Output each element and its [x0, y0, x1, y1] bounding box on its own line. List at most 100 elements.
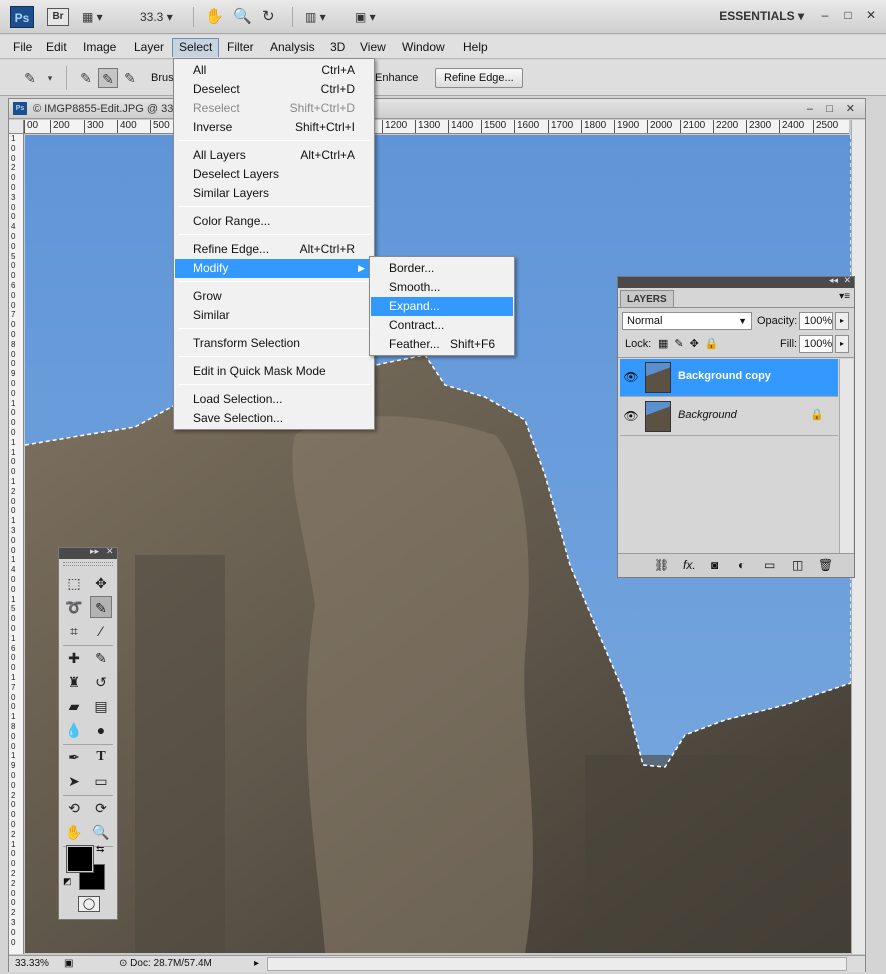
eraser-tool-icon[interactable]: ▰	[63, 695, 85, 717]
zoom-tool-icon[interactable]: 🔍	[233, 7, 252, 27]
hand-tool-icon[interactable]: ✋	[63, 821, 85, 843]
menu-select[interactable]: Select	[172, 38, 220, 57]
close-panel-icon[interactable]: ✕	[106, 546, 114, 557]
close-panel-icon[interactable]: ✕	[843, 275, 851, 286]
pen-tool-icon[interactable]: ✒	[63, 746, 85, 768]
blur-tool-icon[interactable]: 💧	[63, 719, 85, 741]
screen-mode-icon[interactable]: ▣ ▾	[355, 7, 376, 27]
tools-header-bar[interactable]: ▸▸ ✕	[59, 546, 117, 559]
visibility-eye-icon[interactable]: 👁	[622, 409, 640, 425]
menu-item-transform-selection[interactable]: Transform Selection	[175, 334, 373, 353]
collapse-panel-icon[interactable]: ◂◂	[829, 275, 838, 286]
close-button[interactable]: ✕	[864, 8, 878, 22]
path-selection-tool-icon[interactable]: ➤	[63, 770, 85, 792]
maximize-button[interactable]: □	[841, 8, 855, 22]
menu-analysis[interactable]: Analysis	[264, 38, 321, 57]
menu-item-quick-mask[interactable]: Edit in Quick Mask Mode	[175, 362, 373, 381]
fill-slider-arrow-icon[interactable]: ▸	[835, 335, 849, 353]
gradient-tool-icon[interactable]: ▤	[90, 695, 112, 717]
history-brush-tool-icon[interactable]: ↺	[90, 671, 112, 693]
submenu-item-contract[interactable]: Contract...	[371, 316, 513, 335]
menu-edit[interactable]: Edit	[40, 38, 73, 57]
menu-3d[interactable]: 3D	[324, 38, 351, 57]
foreground-color-swatch[interactable]	[66, 845, 94, 873]
zoom-tool-icon[interactable]: 🔍	[90, 821, 112, 843]
layer-style-fx-icon[interactable]: fx.	[683, 558, 696, 572]
blend-mode-select[interactable]: Normal ▼	[622, 312, 752, 330]
subtract-from-selection-icon[interactable]: ✎	[120, 68, 140, 88]
new-group-icon[interactable]: ▭	[764, 558, 775, 572]
link-layers-icon[interactable]: ⛓	[654, 558, 669, 572]
default-colors-icon[interactable]: ◩	[63, 876, 72, 887]
menu-item-modify[interactable]: Modify ▶	[175, 259, 373, 278]
refine-edge-button[interactable]: Refine Edge...	[435, 68, 523, 88]
horizontal-scrollbar[interactable]	[267, 957, 847, 971]
quick-selection-tool-icon[interactable]: ✎	[90, 596, 112, 618]
opacity-slider-arrow-icon[interactable]: ▸	[835, 312, 849, 330]
menu-file[interactable]: File	[7, 38, 38, 57]
ruler-origin[interactable]	[9, 120, 24, 134]
doc-maximize-button[interactable]: □	[826, 99, 833, 119]
brush-tool-icon[interactable]: ✎	[90, 647, 112, 669]
menu-item-all[interactable]: All Ctrl+A	[175, 61, 373, 80]
add-mask-icon[interactable]: ◙	[711, 558, 718, 572]
tool-preset-icon[interactable]: ✎	[20, 68, 40, 88]
crop-tool-icon[interactable]: ⌗	[63, 620, 85, 642]
doc-minimize-button[interactable]: –	[807, 99, 813, 119]
shape-tool-icon[interactable]: ▭	[90, 770, 112, 792]
zoom-status[interactable]: 33.33%	[15, 956, 49, 972]
add-to-selection-icon[interactable]: ✎	[98, 68, 118, 88]
submenu-item-feather[interactable]: Feather... Shift+F6	[371, 335, 513, 354]
menu-item-inverse[interactable]: Inverse Shift+Ctrl+I	[175, 118, 373, 137]
layer-row-background[interactable]: 👁 Background 🔒	[620, 398, 838, 436]
menu-layer[interactable]: Layer	[128, 38, 170, 57]
menu-item-all-layers[interactable]: All Layers Alt+Ctrl+A	[175, 146, 373, 165]
fill-input[interactable]: 100%	[799, 335, 833, 353]
tab-layers[interactable]: LAYERS	[620, 290, 674, 308]
layers-scrollbar[interactable]	[839, 359, 853, 553]
new-selection-icon[interactable]: ✎	[76, 68, 96, 88]
lasso-tool-icon[interactable]: ➰	[63, 596, 85, 618]
layer-row-background-copy[interactable]: 👁 Background copy	[620, 359, 838, 397]
zoom-level-dropdown[interactable]: 33.3 ▾	[140, 7, 173, 27]
status-info-icon[interactable]: ▣	[64, 956, 73, 972]
status-menu-arrow-icon[interactable]: ▸	[254, 956, 259, 972]
menu-item-deselect[interactable]: Deselect Ctrl+D	[175, 80, 373, 99]
adjustment-layer-icon[interactable]: ◐	[738, 558, 745, 572]
panel-menu-icon[interactable]: ▾≡	[839, 291, 850, 302]
visibility-eye-icon[interactable]: 👁	[622, 370, 640, 386]
mini-bridge-icon[interactable]: ▦ ▾	[82, 7, 103, 27]
bridge-launch-button[interactable]: Br	[47, 8, 69, 26]
3d-rotate-tool-icon[interactable]: ⟲	[63, 797, 85, 819]
expand-panel-icon[interactable]: ▸▸	[90, 546, 99, 557]
minimize-button[interactable]: –	[818, 8, 832, 22]
new-layer-icon[interactable]: ◫	[792, 558, 803, 572]
menu-item-color-range[interactable]: Color Range...	[175, 212, 373, 231]
document-tab[interactable]: Ps © IMGP8855-Edit.JPG @ 33 – □ ✕	[9, 99, 865, 119]
marquee-tool-icon[interactable]: ⬚	[63, 572, 85, 594]
submenu-item-border[interactable]: Border...	[371, 259, 513, 278]
menu-item-grow[interactable]: Grow	[175, 287, 373, 306]
quick-mask-mode-icon[interactable]: ◯	[78, 896, 100, 912]
grip-handle[interactable]	[63, 562, 113, 566]
submenu-item-smooth[interactable]: Smooth...	[371, 278, 513, 297]
doc-close-button[interactable]: ✕	[846, 99, 855, 119]
swap-colors-icon[interactable]: ⇆	[96, 844, 104, 855]
clone-stamp-tool-icon[interactable]: ♜	[63, 671, 85, 693]
menu-view[interactable]: View	[354, 38, 392, 57]
move-tool-icon[interactable]: ✥	[90, 572, 112, 594]
submenu-item-expand[interactable]: Expand...	[371, 297, 513, 316]
menu-item-deselect-layers[interactable]: Deselect Layers	[175, 165, 373, 184]
healing-brush-tool-icon[interactable]: ✚	[63, 647, 85, 669]
workspace-switcher[interactable]: ESSENTIALS ▾	[719, 9, 804, 23]
menu-item-save-selection[interactable]: Save Selection...	[175, 409, 373, 428]
menu-item-similar[interactable]: Similar	[175, 306, 373, 325]
trash-icon[interactable]: 🗑	[818, 558, 833, 572]
dodge-tool-icon[interactable]: ●	[90, 719, 112, 741]
rotate-view-icon[interactable]: ↻	[262, 7, 275, 27]
menu-item-refine-edge[interactable]: Refine Edge... Alt+Ctrl+R	[175, 240, 373, 259]
hand-tool-icon[interactable]: ✋	[205, 7, 224, 27]
menu-window[interactable]: Window	[396, 38, 451, 57]
panel-header-bar[interactable]: ◂◂ ✕	[618, 275, 854, 288]
menu-filter[interactable]: Filter	[221, 38, 260, 57]
